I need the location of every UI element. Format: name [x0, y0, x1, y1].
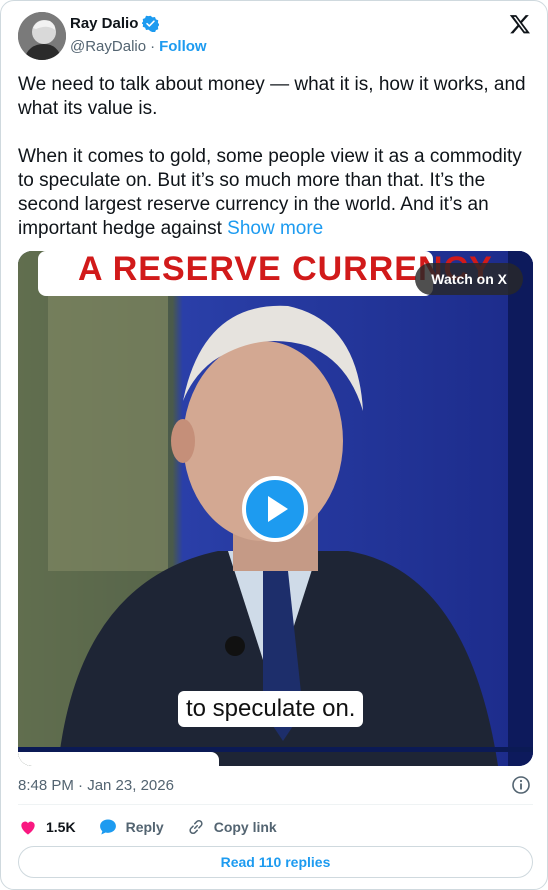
- read-replies-button[interactable]: Read 110 replies: [18, 846, 533, 878]
- separator-dot: ·: [150, 38, 156, 55]
- author-name-row[interactable]: Ray Dalio: [70, 15, 160, 32]
- copy-link-button[interactable]: Copy link: [186, 817, 277, 837]
- reply-label: Reply: [125, 819, 164, 835]
- verified-icon: [142, 15, 160, 32]
- x-logo-icon[interactable]: [509, 13, 531, 35]
- video-progress-fill: [18, 752, 219, 766]
- info-icon[interactable]: [511, 775, 531, 795]
- play-icon: [268, 496, 288, 522]
- play-button[interactable]: [242, 476, 308, 542]
- show-more-link[interactable]: Show more: [227, 218, 323, 239]
- video-player[interactable]: A RESERVE CURRENCY Watch on X to specula…: [18, 251, 533, 766]
- action-bar: 1.5K Reply Copy link: [18, 815, 277, 839]
- like-button[interactable]: 1.5K: [18, 817, 76, 837]
- author-handle-row: @RayDalio · Follow: [70, 38, 207, 55]
- tweet-card: Ray Dalio @RayDalio · Follow We need to …: [0, 0, 548, 890]
- link-icon: [189, 819, 203, 835]
- watch-on-x-button[interactable]: Watch on X: [415, 263, 523, 295]
- video-caption: to speculate on.: [178, 691, 364, 727]
- reply-button[interactable]: Reply: [98, 817, 164, 837]
- divider: [18, 804, 533, 805]
- tweet-body: We need to talk about money — what it is…: [18, 74, 526, 239]
- heart-icon: [21, 821, 35, 835]
- author-handle[interactable]: @RayDalio: [70, 38, 146, 55]
- avatar[interactable]: [18, 12, 66, 60]
- author-name[interactable]: Ray Dalio: [70, 15, 138, 32]
- like-count: 1.5K: [46, 819, 76, 835]
- copy-link-label: Copy link: [213, 819, 277, 835]
- timestamp[interactable]: 8:48 PM · Jan 23, 2026: [18, 777, 174, 794]
- tweet-text: We need to talk about money — what it is…: [18, 73, 533, 241]
- reply-icon: [99, 819, 116, 835]
- follow-button[interactable]: Follow: [159, 38, 207, 55]
